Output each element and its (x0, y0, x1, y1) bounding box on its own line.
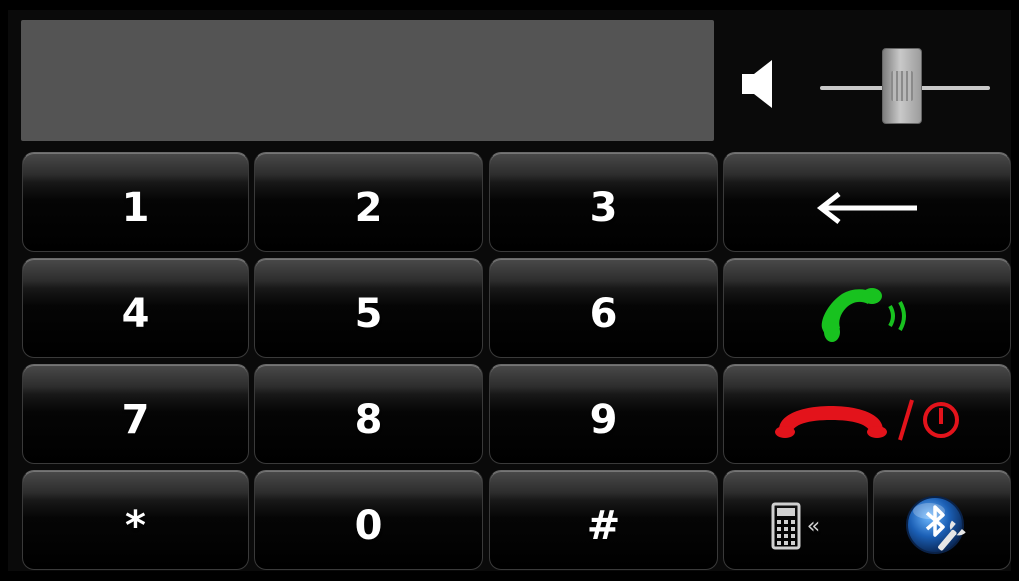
key-hash[interactable]: # (489, 470, 718, 570)
key-5[interactable]: 5 (254, 258, 483, 358)
speaker-icon (738, 58, 778, 110)
key-6[interactable]: 6 (489, 258, 718, 358)
phonebook-toggle-button[interactable]: « (723, 470, 868, 570)
key-9-label: 9 (589, 397, 618, 443)
key-5-label: 5 (354, 291, 383, 337)
volume-slider[interactable] (820, 48, 990, 128)
hangup-power-button[interactable] (723, 364, 1011, 464)
backspace-button[interactable] (723, 152, 1011, 252)
key-3[interactable]: 3 (489, 152, 718, 252)
slash-divider-icon (898, 399, 914, 441)
key-star-label: * (125, 503, 146, 549)
key-star[interactable]: * (22, 470, 249, 570)
key-4[interactable]: 4 (22, 258, 249, 358)
backspace-arrow-icon (813, 191, 921, 225)
keypad-phone-icon (771, 502, 801, 550)
key-9[interactable]: 9 (489, 364, 718, 464)
key-1-label: 1 (121, 185, 150, 231)
key-8-label: 8 (354, 397, 383, 443)
key-4-label: 4 (121, 291, 150, 337)
key-0-label: 0 (354, 503, 383, 549)
call-answer-icon (821, 288, 906, 342)
key-2[interactable]: 2 (254, 152, 483, 252)
key-6-label: 6 (589, 291, 618, 337)
power-icon (923, 402, 959, 438)
hang-up-icon (775, 406, 887, 438)
key-1[interactable]: 1 (22, 152, 249, 252)
bluetooth-settings-icon (906, 496, 966, 554)
call-button[interactable] (723, 258, 1011, 358)
key-hash-label: # (586, 503, 621, 549)
chevron-left-double-icon: « (806, 513, 821, 539)
number-display (21, 20, 714, 141)
key-7[interactable]: 7 (22, 364, 249, 464)
key-8[interactable]: 8 (254, 364, 483, 464)
key-0[interactable]: 0 (254, 470, 483, 570)
volume-slider-thumb[interactable] (881, 48, 922, 124)
key-2-label: 2 (354, 185, 383, 231)
key-7-label: 7 (121, 397, 150, 443)
bluetooth-settings-button[interactable] (873, 470, 1011, 570)
key-3-label: 3 (589, 185, 618, 231)
